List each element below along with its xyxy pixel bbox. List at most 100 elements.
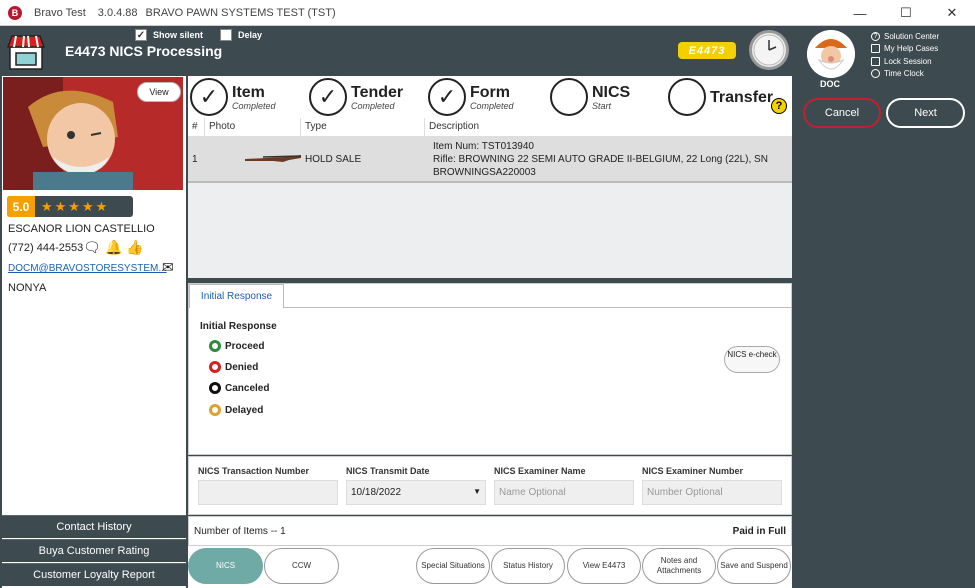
- transaction-number-input[interactable]: [198, 480, 338, 505]
- message-icon[interactable]: 🗨: [83, 239, 101, 256]
- transmit-date-select[interactable]: 10/18/2022 ▼: [346, 480, 486, 505]
- customer-name: ESCANOR LION CASTELLIO: [8, 223, 155, 235]
- time-clock-link[interactable]: Time Clock: [871, 68, 939, 81]
- bell-icon[interactable]: 🔔: [105, 239, 122, 256]
- customer-phone: (772) 444-2553: [8, 242, 84, 254]
- show-silent-label: Show silent: [153, 30, 204, 40]
- user-name: DOC: [820, 79, 840, 89]
- save-and-suspend-button[interactable]: Save and Suspend: [717, 548, 791, 584]
- store-icon: [6, 35, 46, 70]
- rifle-photo: [205, 152, 302, 167]
- col-photo[interactable]: Photo: [205, 118, 301, 136]
- col-description[interactable]: Description: [425, 118, 792, 136]
- step-transfer[interactable]: Transfer: [668, 78, 773, 116]
- customer-panel: View 5.0 ★★★★★ ESCANOR LION CASTELLIO (7…: [2, 76, 186, 588]
- radio-icon: [209, 340, 221, 352]
- checkmark-icon: ✓: [190, 78, 228, 116]
- next-button[interactable]: Next: [886, 98, 965, 128]
- proceed-radio[interactable]: Proceed: [209, 340, 264, 352]
- transmit-date-field: NICS Transmit Date 10/18/2022 ▼: [346, 466, 486, 505]
- app-name: Bravo Test: [34, 6, 86, 19]
- checkmark-icon: ✓: [309, 78, 347, 116]
- row-type: HOLD SALE: [305, 153, 362, 165]
- tab-initial-response[interactable]: Initial Response: [189, 284, 284, 308]
- col-type[interactable]: Type: [301, 118, 425, 136]
- lock-icon: [871, 56, 880, 66]
- examiner-number-field: NICS Examiner Number Number Optional: [642, 466, 782, 505]
- cancel-button[interactable]: Cancel: [803, 98, 881, 128]
- close-button[interactable]: ✕: [929, 0, 975, 26]
- show-silent-checkbox[interactable]: ✓ Show silent: [135, 29, 203, 41]
- clock-small-icon: [871, 69, 880, 79]
- progress-steps: ✓ Item Completed ✓ Tender Completed ✓ Form…: [188, 76, 792, 118]
- e4473-badge: E4473: [678, 42, 736, 59]
- delay-checkbox[interactable]: Delay: [220, 29, 262, 41]
- canceled-radio[interactable]: Canceled: [209, 382, 269, 394]
- buya-customer-rating-button[interactable]: Buya Customer Rating: [2, 539, 186, 562]
- app-logo-icon: B: [8, 5, 22, 20]
- radio-icon: [209, 382, 221, 394]
- system-name: BRAVO PAWN SYSTEMS TEST (TST): [145, 6, 336, 19]
- question-icon: ?: [871, 31, 880, 41]
- my-help-cases-link[interactable]: My Help Cases: [871, 43, 939, 56]
- user-avatar[interactable]: [807, 30, 855, 78]
- header: E4473 NICS Processing ✓ Show silent Dela…: [0, 27, 795, 76]
- help-icon[interactable]: ?: [771, 98, 787, 114]
- notes-and-attachments-button[interactable]: Notes and Attachments: [642, 548, 716, 584]
- denied-radio[interactable]: Denied: [209, 361, 258, 373]
- title-bar: B Bravo Test 3.0.4.88 BRAVO PAWN SYSTEMS…: [0, 0, 975, 26]
- special-situations-button[interactable]: Special Situations: [416, 548, 490, 584]
- examiner-number-input[interactable]: Number Optional: [642, 480, 782, 505]
- step-form[interactable]: ✓ Form Completed: [428, 78, 514, 116]
- nics-echeck-button[interactable]: NICS e-check: [724, 346, 780, 373]
- checkmark-icon: ✓: [428, 78, 466, 116]
- page-title: E4473 NICS Processing: [65, 43, 223, 59]
- clock-icon[interactable]: [749, 30, 789, 70]
- step-item[interactable]: ✓ Item Completed: [190, 78, 276, 116]
- customer-email[interactable]: DOCM@BRAVOSTORESYSTEM...: [8, 263, 167, 274]
- step-nics[interactable]: NICS Start: [550, 78, 630, 116]
- step-tender[interactable]: ✓ Tender Completed: [309, 78, 403, 116]
- item-count: Number of Items -- 1: [194, 526, 286, 537]
- folder-icon: [871, 44, 880, 54]
- customer-rating: 5.0 ★★★★★: [7, 196, 133, 217]
- solution-center-link[interactable]: ? Solution Center: [871, 30, 939, 43]
- nics-fields: NICS Transaction Number NICS Transmit Da…: [188, 456, 792, 515]
- transaction-number-field: NICS Transaction Number: [198, 466, 338, 505]
- response-panel: Initial Response Initial Response Procee…: [188, 283, 792, 455]
- ccw-button[interactable]: CCW: [264, 548, 339, 584]
- checkmark-icon: ✓: [135, 29, 147, 41]
- customer-note: NONYA: [8, 282, 47, 294]
- maximize-button[interactable]: ☐: [883, 0, 929, 26]
- rifle-icon: [245, 154, 302, 162]
- delayed-radio[interactable]: Delayed: [209, 404, 263, 416]
- thumbs-up-icon[interactable]: 👍: [126, 239, 143, 256]
- customer-photo: View: [3, 77, 183, 190]
- summary-bar: Number of Items -- 1 Paid in Full: [188, 516, 792, 546]
- table-row[interactable]: 1 HOLD SALE Item Num: TST013940 Rifle: B…: [188, 137, 792, 183]
- row-num: 1: [192, 153, 198, 165]
- items-grid: # Photo Type Description 1 HOLD SALE Ite…: [188, 118, 792, 278]
- empty-circle-icon: [550, 78, 588, 116]
- empty-checkbox-icon: [220, 29, 232, 41]
- radio-icon: [209, 404, 221, 416]
- examiner-name-field: NICS Examiner Name Name Optional: [494, 466, 634, 505]
- status-history-button[interactable]: Status History: [491, 548, 565, 584]
- contact-history-button[interactable]: Contact History: [2, 515, 186, 538]
- col-num[interactable]: #: [188, 118, 205, 136]
- chevron-down-icon: ▼: [473, 487, 481, 496]
- rating-value: 5.0: [7, 196, 35, 217]
- nics-button[interactable]: NICS: [188, 548, 263, 584]
- payment-status: Paid in Full: [732, 526, 786, 537]
- envelope-icon[interactable]: ✉: [162, 259, 174, 276]
- grid-header: # Photo Type Description: [188, 118, 792, 137]
- view-e4473-button[interactable]: View E4473: [567, 548, 641, 584]
- minimize-button[interactable]: —: [837, 0, 883, 26]
- empty-circle-icon: [668, 78, 706, 116]
- view-photo-button[interactable]: View: [137, 82, 181, 102]
- examiner-name-input[interactable]: Name Optional: [494, 480, 634, 505]
- star-rating-icon: ★★★★★: [41, 198, 110, 214]
- customer-loyalty-report-button[interactable]: Customer Loyalty Report: [2, 563, 186, 586]
- delay-label: Delay: [238, 30, 263, 40]
- lock-session-link[interactable]: Lock Session: [871, 55, 939, 68]
